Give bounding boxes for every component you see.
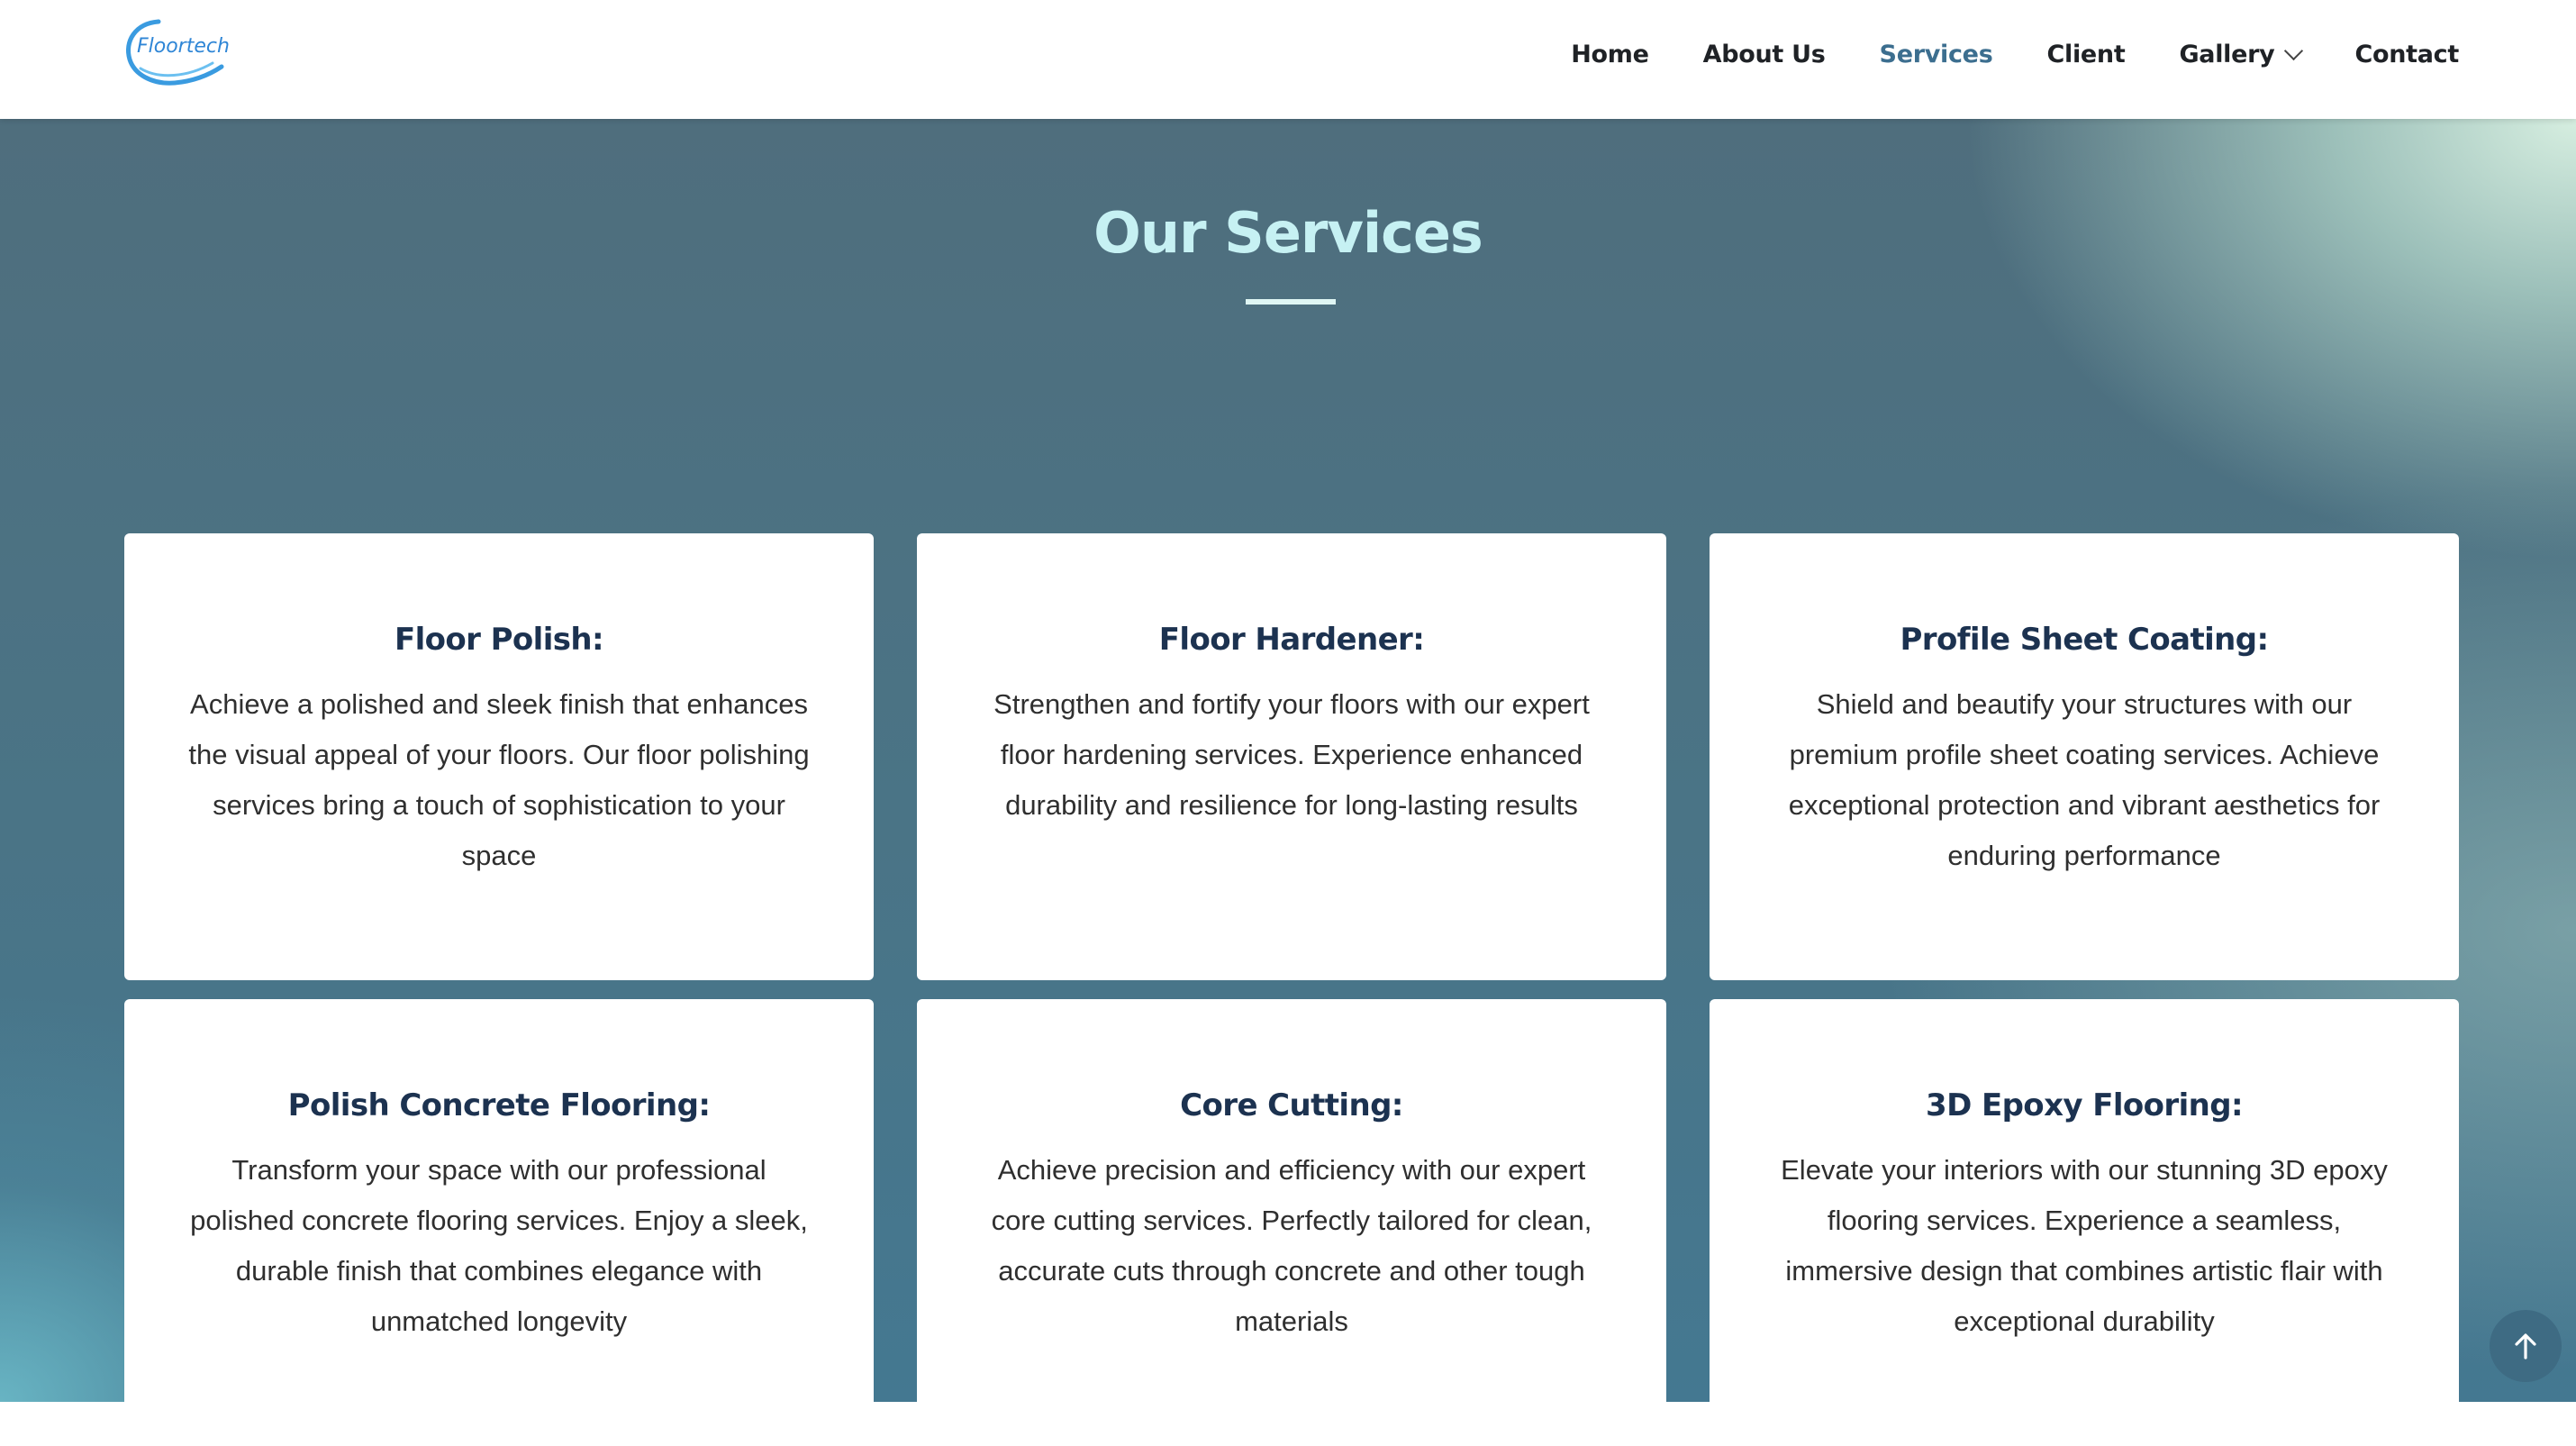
service-card-floor-polish: Floor Polish: Achieve a polished and sle… [124, 533, 874, 980]
nav-contact[interactable]: Contact [2354, 41, 2459, 68]
service-card-description: Shield and beautify your structures with… [1788, 688, 2381, 871]
section-title: Our Services [1093, 200, 1483, 266]
nav-client[interactable]: Client [2046, 41, 2125, 68]
service-card-title: Core Cutting: [1180, 1087, 1403, 1123]
floortech-logo[interactable]: Floortech [122, 14, 240, 90]
nav-gallery-label: Gallery [2179, 40, 2275, 68]
main-nav: Home About Us Services Client Gallery Co… [1517, 0, 2459, 108]
title-underline [1246, 299, 1336, 305]
site-header: Floortech Home About Us Services Client … [0, 0, 2576, 119]
service-card-core-cutting: Core Cutting: Achieve precision and effi… [917, 999, 1666, 1446]
back-to-top-button[interactable] [2490, 1310, 2562, 1382]
service-card-description: Achieve a polished and sleek finish that… [188, 688, 810, 871]
service-card-description: Strengthen and fortify your floors with … [993, 688, 1590, 821]
nav-gallery[interactable]: Gallery [2179, 40, 2304, 68]
service-card-title: Polish Concrete Flooring: [287, 1087, 711, 1123]
services-section: Our Services Floor Polish: Achieve a pol… [0, 119, 2576, 1446]
nav-about-us[interactable]: About Us [1703, 41, 1826, 68]
service-card-3d-epoxy-flooring: 3D Epoxy Flooring: Elevate your interior… [1710, 999, 2459, 1446]
service-card-title: Floor Hardener: [1158, 622, 1425, 658]
chevron-down-icon [2284, 41, 2304, 60]
nav-services[interactable]: Services [1880, 41, 1993, 68]
arrow-up-icon [2515, 1333, 2536, 1360]
service-card-profile-sheet-coating: Profile Sheet Coating: Shield and beauti… [1710, 533, 2459, 980]
service-card-title: 3D Epoxy Flooring: [1926, 1087, 2244, 1123]
service-card-title: Floor Polish: [394, 622, 604, 658]
service-card-description: Elevate your interiors with our stunning… [1781, 1154, 2388, 1337]
nav-home[interactable]: Home [1571, 41, 1649, 68]
service-card-polish-concrete-flooring: Polish Concrete Flooring: Transform your… [124, 999, 874, 1446]
service-card-floor-hardener: Floor Hardener: Strengthen and fortify y… [917, 533, 1666, 980]
svg-text:Floortech: Floortech [137, 35, 230, 58]
service-card-title: Profile Sheet Coating: [1900, 622, 2269, 658]
service-card-description: Transform your space with our profession… [190, 1154, 808, 1337]
service-card-description: Achieve precision and efficiency with ou… [991, 1154, 1592, 1337]
